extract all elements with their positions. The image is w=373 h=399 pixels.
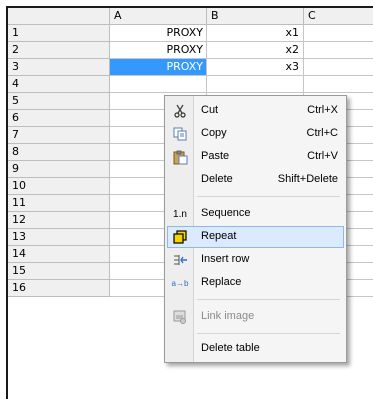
sequence-icon: 1.n — [173, 208, 187, 220]
column-header-b[interactable]: B — [207, 8, 304, 25]
menu-separator — [197, 333, 340, 334]
insert-row-icon — [171, 252, 189, 268]
repeat-icon — [171, 229, 189, 245]
menu-item-cut[interactable]: Cut Ctrl+X — [167, 100, 344, 122]
menu-item-label: Cut — [201, 104, 219, 116]
menu-item-repeat[interactable]: Repeat — [167, 226, 344, 248]
menu-item-sequence[interactable]: 1.n Sequence — [167, 203, 344, 225]
menu-item-label: Delete — [201, 173, 233, 185]
table-row: 4 — [8, 76, 373, 93]
cell-b4[interactable] — [207, 76, 304, 93]
table-row: 3 PROXY x3 — [8, 59, 373, 76]
menu-item-shortcut: Shift+Delete — [277, 173, 338, 185]
row-header[interactable]: 9 — [8, 161, 110, 178]
copy-icon — [171, 126, 189, 142]
scissors-icon — [171, 103, 189, 119]
menu-item-delete[interactable]: Delete Shift+Delete — [167, 169, 344, 191]
menu-item-copy[interactable]: Copy Ctrl+C — [167, 123, 344, 145]
menu-item-label: Insert row — [201, 253, 250, 265]
menu-item-label: Paste — [201, 150, 230, 162]
menu-item-shortcut: Ctrl+X — [307, 104, 338, 116]
cell-c2[interactable] — [304, 42, 373, 59]
row-header[interactable]: 16 — [8, 280, 110, 297]
cell-c1[interactable] — [304, 25, 373, 42]
cell-a4[interactable] — [110, 76, 207, 93]
row-header[interactable]: 15 — [8, 263, 110, 280]
cell-b2[interactable]: x2 — [207, 42, 304, 59]
row-header[interactable]: 6 — [8, 110, 110, 127]
row-header[interactable]: 2 — [8, 42, 110, 59]
table-row: 1 PROXY x1 — [8, 25, 373, 42]
cell-a3[interactable]: PROXY — [110, 59, 207, 76]
menu-item-delete-table[interactable]: Delete table — [167, 338, 344, 360]
menu-separator — [197, 196, 340, 197]
menu-item-label: Copy — [201, 127, 227, 139]
row-header[interactable]: 7 — [8, 127, 110, 144]
row-header[interactable]: 3 — [8, 59, 110, 76]
row-header[interactable]: 12 — [8, 212, 110, 229]
menu-item-label: Link image — [201, 310, 255, 322]
menu-item-link-image[interactable]: Link image — [167, 306, 344, 328]
row-header[interactable]: 13 — [8, 229, 110, 246]
menu-item-paste[interactable]: Paste Ctrl+V — [167, 146, 344, 168]
cell-a2[interactable]: PROXY — [110, 42, 207, 59]
replace-icon: a→b — [171, 278, 189, 288]
menu-item-label: Repeat — [201, 230, 237, 242]
menu-separator — [197, 299, 340, 300]
column-header-row: ABC — [8, 8, 373, 25]
menu-item-label: Sequence — [201, 207, 251, 219]
row-header[interactable]: 5 — [8, 93, 110, 110]
cell-b3[interactable]: x3 — [207, 59, 304, 76]
row-header[interactable]: 10 — [8, 178, 110, 195]
menu-item-shortcut: Ctrl+C — [306, 127, 338, 139]
row-header[interactable]: 1 — [8, 25, 110, 42]
row-header[interactable]: 11 — [8, 195, 110, 212]
cell-c4[interactable] — [304, 76, 373, 93]
row-header[interactable]: 14 — [8, 246, 110, 263]
cell-a1[interactable]: PROXY — [110, 25, 207, 42]
cell-c3[interactable] — [304, 59, 373, 76]
menu-item-label: Replace — [201, 276, 242, 288]
menu-item-shortcut: Ctrl+V — [307, 150, 338, 162]
row-header[interactable]: 4 — [8, 76, 110, 93]
menu-item-label: Delete table — [201, 342, 260, 354]
menu-item-insert-row[interactable]: Insert row — [167, 249, 344, 271]
select-all-corner[interactable] — [8, 8, 110, 25]
menu-item-replace[interactable]: a→b Replace — [167, 272, 344, 294]
row-header[interactable]: 8 — [8, 144, 110, 161]
table-row: 2 PROXY x2 — [8, 42, 373, 59]
context-menu: Cut Ctrl+X Copy Ctrl+C Paste Ctrl+V Dele… — [164, 95, 347, 363]
cell-b1[interactable]: x1 — [207, 25, 304, 42]
paste-icon — [171, 149, 189, 165]
link-image-icon — [171, 309, 189, 325]
column-header-a[interactable]: A — [110, 8, 207, 25]
column-header-c[interactable]: C — [304, 8, 373, 25]
